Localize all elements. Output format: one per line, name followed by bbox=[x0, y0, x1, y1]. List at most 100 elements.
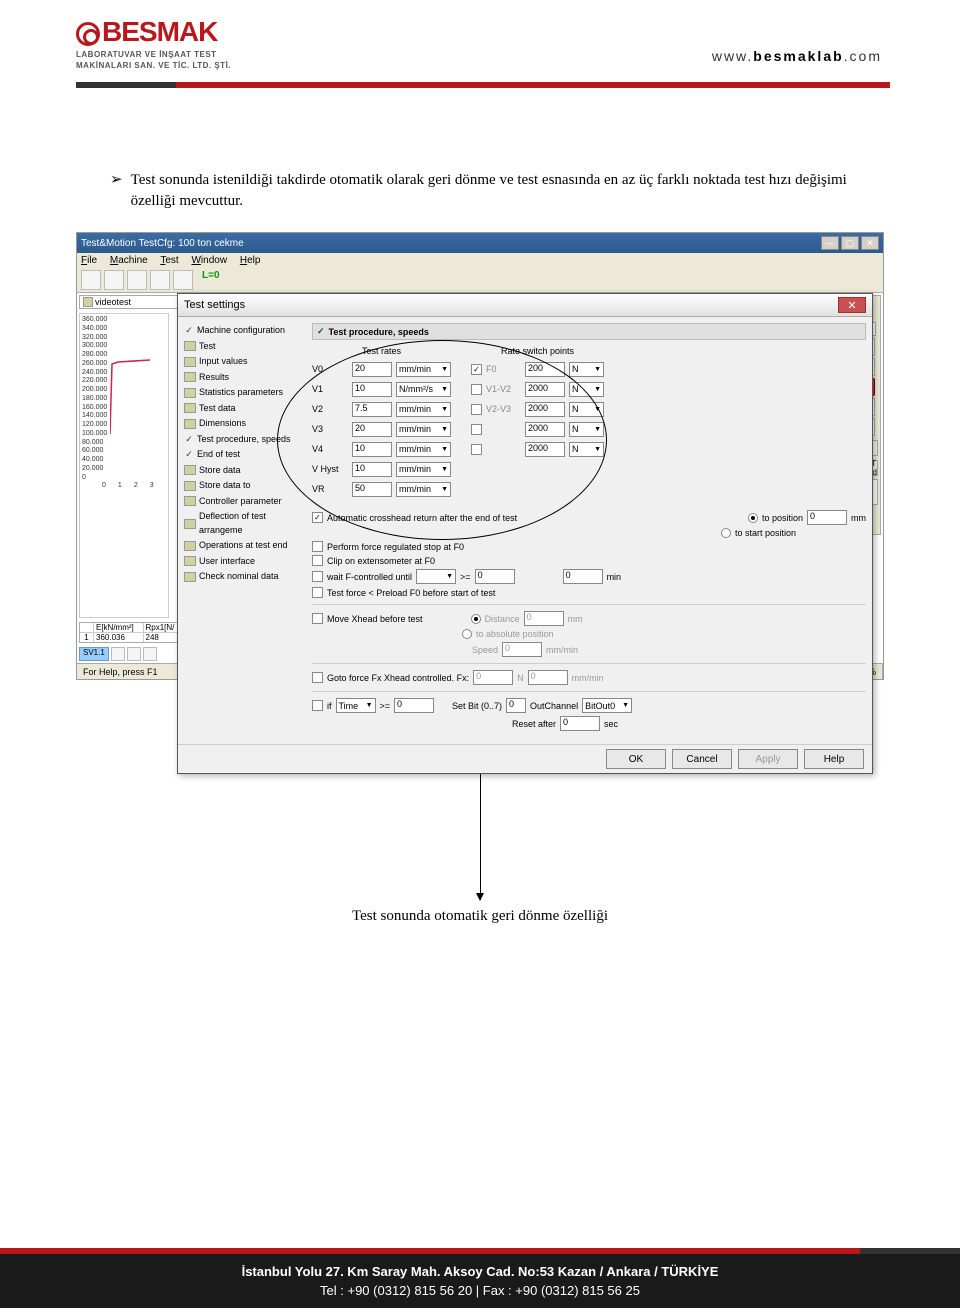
tree-item-label: Test procedure, speeds bbox=[197, 433, 291, 447]
clip-ext-checkbox[interactable] bbox=[312, 555, 323, 566]
close-button[interactable]: ✕ bbox=[861, 236, 879, 250]
abs-pos-radio[interactable] bbox=[462, 629, 472, 639]
rate-unit-dropdown[interactable]: mm/min▼ bbox=[396, 442, 451, 457]
rate-input[interactable]: 10 bbox=[352, 462, 392, 477]
auto-return-checkbox[interactable]: ✓ bbox=[312, 512, 323, 523]
test-force-checkbox[interactable] bbox=[312, 587, 323, 598]
distance-radio[interactable] bbox=[471, 614, 481, 624]
switch-input[interactable]: 2000 bbox=[525, 382, 565, 397]
switch-unit-dropdown[interactable]: N▼ bbox=[569, 442, 604, 457]
switch-checkbox[interactable] bbox=[471, 384, 482, 395]
switch-unit-dropdown[interactable]: N▼ bbox=[569, 422, 604, 437]
toolbar-button[interactable] bbox=[104, 270, 124, 290]
rate-input[interactable]: 20 bbox=[352, 422, 392, 437]
to-position-input[interactable]: 0 bbox=[807, 510, 847, 525]
switch-checkbox[interactable]: ✓ bbox=[471, 364, 482, 375]
wait-f-value-1[interactable]: 0 bbox=[475, 569, 515, 584]
dialog-close-button[interactable]: ✕ bbox=[838, 297, 866, 313]
apply-button[interactable]: Apply bbox=[738, 749, 798, 769]
tree-item[interactable]: Store data to bbox=[184, 478, 304, 494]
menubar: File Machine Test Window Help bbox=[77, 253, 883, 268]
wait-f-checkbox[interactable] bbox=[312, 571, 323, 582]
tree-item[interactable]: Deflection of test arrangeme bbox=[184, 509, 304, 538]
rate-unit-dropdown[interactable]: mm/min▼ bbox=[396, 482, 451, 497]
rate-unit-dropdown[interactable]: mm/min▼ bbox=[396, 462, 451, 477]
rate-row: V1 10 N/mm²/s▼ bbox=[312, 380, 451, 398]
bullet-icon: ➢ bbox=[110, 170, 123, 212]
menu-file[interactable]: File bbox=[81, 255, 97, 266]
switch-checkbox[interactable] bbox=[471, 424, 482, 435]
tree-item-label: Check nominal data bbox=[199, 570, 279, 584]
toolbar-button[interactable] bbox=[150, 270, 170, 290]
tree-item[interactable]: Results bbox=[184, 370, 304, 386]
tree-item[interactable]: Input values bbox=[184, 354, 304, 370]
toolbar-button[interactable] bbox=[127, 270, 147, 290]
tree-item[interactable]: Dimensions bbox=[184, 416, 304, 432]
out-channel-dropdown[interactable]: BitOut0▼ bbox=[582, 698, 632, 713]
rate-unit-dropdown[interactable]: N/mm²/s▼ bbox=[396, 382, 451, 397]
tree-item[interactable]: ✓Test procedure, speeds bbox=[184, 432, 304, 448]
to-start-radio[interactable] bbox=[721, 528, 731, 538]
maximize-button[interactable]: ▢ bbox=[841, 236, 859, 250]
chart-tick: 40.000 bbox=[82, 456, 166, 465]
tree-item[interactable]: Operations at test end bbox=[184, 538, 304, 554]
goto-force-checkbox[interactable] bbox=[312, 672, 323, 683]
cancel-button[interactable]: Cancel bbox=[672, 749, 732, 769]
videotest-button[interactable]: videotest bbox=[79, 295, 193, 309]
switch-unit-dropdown[interactable]: N▼ bbox=[569, 362, 604, 377]
tree-item[interactable]: Test bbox=[184, 339, 304, 355]
move-xhead-checkbox[interactable] bbox=[312, 613, 323, 624]
if-value[interactable]: 0 bbox=[394, 698, 434, 713]
tree-item[interactable]: Controller parameter bbox=[184, 494, 304, 510]
rate-label: V4 bbox=[312, 444, 348, 454]
rate-unit-dropdown[interactable]: mm/min▼ bbox=[396, 422, 451, 437]
help-button[interactable]: Help bbox=[804, 749, 864, 769]
tree-item-label: End of test bbox=[197, 448, 240, 462]
wait-f-dropdown[interactable]: ▼ bbox=[416, 569, 456, 584]
switch-unit-dropdown[interactable]: N▼ bbox=[569, 402, 604, 417]
tree-item[interactable]: User interface bbox=[184, 554, 304, 570]
tree-item[interactable]: ✓Machine configuration bbox=[184, 323, 304, 339]
switch-checkbox[interactable] bbox=[471, 444, 482, 455]
reset-after-value[interactable]: 0 bbox=[560, 716, 600, 731]
rate-input[interactable]: 20 bbox=[352, 362, 392, 377]
perform-stop-checkbox[interactable] bbox=[312, 541, 323, 552]
switch-input[interactable]: 200 bbox=[525, 362, 565, 377]
wait-f-value-2[interactable]: 0 bbox=[563, 569, 603, 584]
dialog-title: Test settings bbox=[184, 299, 245, 311]
rate-input[interactable]: 7.5 bbox=[352, 402, 392, 417]
switch-unit-dropdown[interactable]: N▼ bbox=[569, 382, 604, 397]
rate-input[interactable]: 50 bbox=[352, 482, 392, 497]
switch-input[interactable]: 2000 bbox=[525, 422, 565, 437]
toolbar-button[interactable] bbox=[173, 270, 193, 290]
tree-item[interactable]: Check nominal data bbox=[184, 569, 304, 585]
to-position-radio[interactable] bbox=[748, 513, 758, 523]
minimize-button[interactable]: — bbox=[821, 236, 839, 250]
switch-input[interactable]: 2000 bbox=[525, 442, 565, 457]
menu-test[interactable]: Test bbox=[160, 255, 178, 266]
if-time-dropdown[interactable]: Time▼ bbox=[336, 698, 376, 713]
menu-window[interactable]: Window bbox=[191, 255, 227, 266]
switch-input[interactable]: 2000 bbox=[525, 402, 565, 417]
rate-input[interactable]: 10 bbox=[352, 382, 392, 397]
rate-unit-dropdown[interactable]: mm/min▼ bbox=[396, 402, 451, 417]
menu-help[interactable]: Help bbox=[240, 255, 261, 266]
logo: BESMAK LABORATUVAR VE İNŞAAT TEST MAKİNA… bbox=[76, 16, 231, 70]
rate-label: V0 bbox=[312, 364, 348, 374]
tree-item[interactable]: Test data bbox=[184, 401, 304, 417]
window-title: Test&Motion TestCfg: 100 ton cekme bbox=[81, 238, 244, 249]
tree-item[interactable]: Store data bbox=[184, 463, 304, 479]
tree-item[interactable]: Statistics parameters bbox=[184, 385, 304, 401]
rate-input[interactable]: 10 bbox=[352, 442, 392, 457]
tree-item[interactable]: ✓End of test bbox=[184, 447, 304, 463]
toolbar-button[interactable] bbox=[81, 270, 101, 290]
page-header: BESMAK LABORATUVAR VE İNŞAAT TEST MAKİNA… bbox=[0, 0, 960, 90]
ok-button[interactable]: OK bbox=[606, 749, 666, 769]
rate-unit-dropdown[interactable]: mm/min▼ bbox=[396, 362, 451, 377]
set-bit-value[interactable]: 0 bbox=[506, 698, 526, 713]
rate-label: V2 bbox=[312, 404, 348, 414]
if-checkbox[interactable] bbox=[312, 700, 323, 711]
form-heading: ✓ Test procedure, speeds bbox=[312, 323, 866, 340]
menu-machine[interactable]: Machine bbox=[110, 255, 148, 266]
switch-checkbox[interactable] bbox=[471, 404, 482, 415]
